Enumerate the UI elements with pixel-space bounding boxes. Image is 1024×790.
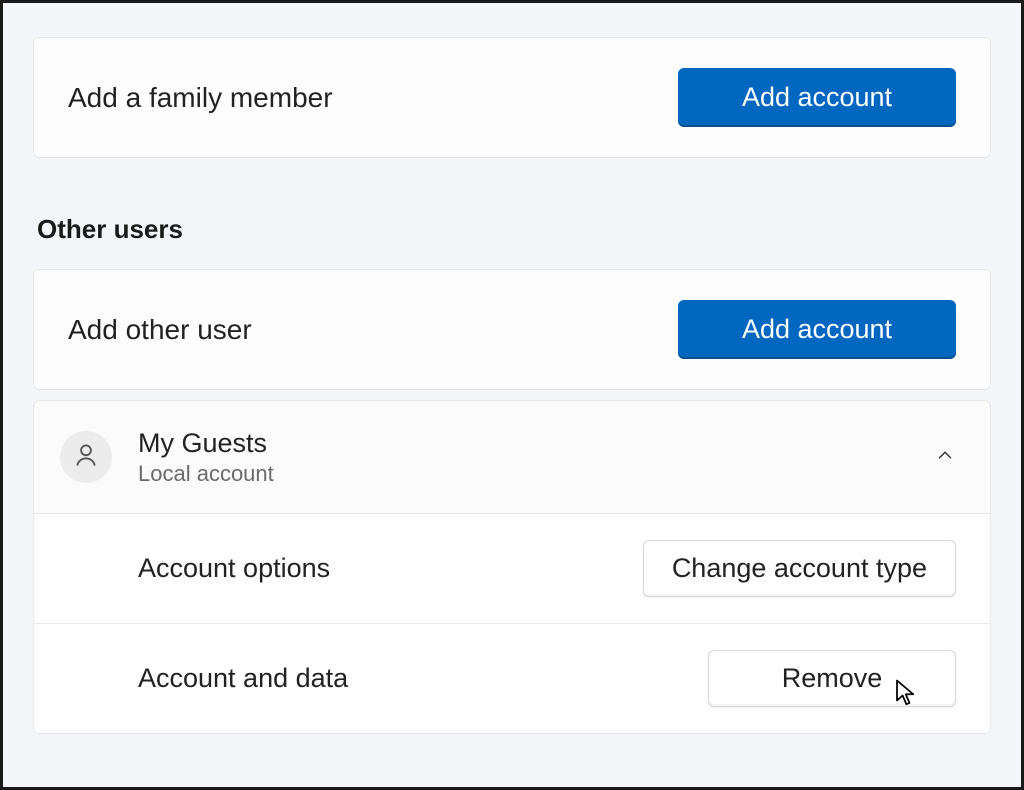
settings-panel: Add a family member Add account Other us…: [0, 0, 1024, 790]
change-account-type-button[interactable]: Change account type: [643, 540, 956, 597]
account-and-data-label: Account and data: [138, 663, 348, 694]
user-account-type: Local account: [138, 461, 934, 487]
account-options-row: Account options Change account type: [34, 513, 990, 623]
user-account-card: My Guests Local account Account options …: [33, 400, 991, 734]
add-other-user-account-button[interactable]: Add account: [678, 300, 956, 359]
add-other-user-card: Add other user Add account: [33, 269, 991, 390]
user-name: My Guests: [138, 427, 934, 459]
remove-account-button[interactable]: Remove: [708, 650, 956, 707]
user-info: My Guests Local account: [138, 427, 934, 487]
account-and-data-row: Account and data Remove: [34, 623, 990, 733]
chevron-up-icon: [934, 444, 956, 471]
add-family-label: Add a family member: [68, 82, 333, 114]
add-family-account-button[interactable]: Add account: [678, 68, 956, 127]
add-other-user-label: Add other user: [68, 314, 252, 346]
add-other-user-row: Add other user Add account: [34, 270, 990, 389]
account-options-label: Account options: [138, 553, 330, 584]
add-family-row: Add a family member Add account: [34, 38, 990, 157]
person-icon: [72, 441, 100, 474]
add-family-card: Add a family member Add account: [33, 37, 991, 158]
user-account-header[interactable]: My Guests Local account: [34, 401, 990, 513]
other-users-heading: Other users: [37, 214, 991, 245]
user-avatar: [60, 431, 112, 483]
